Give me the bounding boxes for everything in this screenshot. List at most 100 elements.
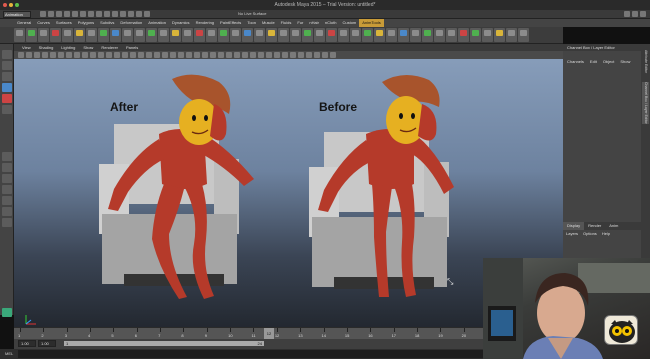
time-slider[interactable]: 12 1234567891011121314151617181920212223… [14,327,563,339]
panel-toolbar-icon[interactable] [50,52,56,58]
shelf-tool-icon[interactable] [494,28,505,42]
layer-menu-layers[interactable]: Layers [566,230,583,238]
panel-toolbar-icon[interactable] [114,52,120,58]
panel-toolbar-icon[interactable] [178,52,184,58]
panel-toolbar-icon[interactable] [90,52,96,58]
shelf-tab-toon[interactable]: Toon [244,19,259,27]
character-before[interactable] [294,72,494,297]
shelf-tool-icon[interactable] [146,28,157,42]
live-surface-label[interactable]: No Live Surface [238,11,266,17]
select-hierarchy-icon[interactable] [64,11,70,17]
shelf-tool-icon[interactable] [134,28,145,42]
panel-toolbar-icon[interactable] [170,52,176,58]
shelf-tool-icon[interactable] [62,28,73,42]
shelf-tab-nhair[interactable]: nHair [306,19,322,27]
shelf-tab-deformation[interactable]: Deformation [117,19,145,27]
ipr-render-icon[interactable] [136,11,142,17]
shelf-tab-muscle[interactable]: Muscle [259,19,278,27]
lasso-tool-icon[interactable] [2,61,12,70]
render-icon[interactable] [128,11,134,17]
channel-menu-channels[interactable]: Channels [567,58,590,66]
panel-toolbar-icon[interactable] [306,52,312,58]
layer-tab-display[interactable]: Display [563,222,585,230]
side-tab-channel-box[interactable]: Channel Box / Layer Editor [642,82,649,124]
shelf-tab-surfaces[interactable]: Surfaces [53,19,75,27]
panel-toolbar-icon[interactable] [42,52,48,58]
shelf-tool-icon[interactable] [362,28,373,42]
shelf-tool-icon[interactable] [350,28,361,42]
shelf-tool-icon[interactable] [278,28,289,42]
panel-toolbar-icon[interactable] [146,52,152,58]
shelf-tab-animtools[interactable]: AnimTools [359,19,384,27]
shelf-tool-icon[interactable] [434,28,445,42]
panel-toolbar-icon[interactable] [314,52,320,58]
shelf-tool-icon[interactable] [86,28,97,42]
panel-toolbar-icon[interactable] [282,52,288,58]
shelf-tool-icon[interactable] [122,28,133,42]
panel-toolbar-icon[interactable] [122,52,128,58]
camera-icon[interactable] [2,308,12,317]
shelf-tool-icon[interactable] [482,28,493,42]
shelf-tool-icon[interactable] [458,28,469,42]
shelf-tool-icon[interactable] [38,28,49,42]
panel-toolbar-icon[interactable] [34,52,40,58]
snap-plane-icon[interactable] [112,11,118,17]
layer-menu-help[interactable]: Help [602,230,615,238]
panel-toolbar-icon[interactable] [266,52,272,58]
select-object-icon[interactable] [72,11,78,17]
shelf-tool-icon[interactable] [50,28,61,42]
panel-toolbar-icon[interactable] [58,52,64,58]
panel-toolbar-icon[interactable] [26,52,32,58]
shelf-tab-rendering[interactable]: Rendering [193,19,217,27]
layout-graph-editor-icon[interactable] [2,218,12,227]
layout-persp-outliner-icon[interactable] [2,174,12,183]
panel-toolbar-icon[interactable] [98,52,104,58]
shelf-tool-icon[interactable] [170,28,181,42]
paint-select-tool-icon[interactable] [2,72,12,81]
rotate-tool-icon[interactable] [2,94,12,103]
attribute-editor-toggle-icon[interactable] [624,11,630,17]
channel-menu-object[interactable]: Object [603,58,621,66]
panel-toolbar-icon[interactable] [330,52,336,58]
shelf-tab-ncloth[interactable]: nCloth [322,19,340,27]
shelf-tool-icon[interactable] [242,28,253,42]
open-scene-icon[interactable] [48,11,54,17]
panel-toolbar-icon[interactable] [274,52,280,58]
snap-curve-icon[interactable] [96,11,102,17]
panel-toolbar-icon[interactable] [258,52,264,58]
shelf-tool-icon[interactable] [194,28,205,42]
layer-menu-options[interactable]: Options [583,230,602,238]
shelf-tab-dynamics[interactable]: Dynamics [169,19,193,27]
shelf-tool-icon[interactable] [506,28,517,42]
panel-toolbar-icon[interactable] [162,52,168,58]
tool-settings-toggle-icon[interactable] [632,11,638,17]
panel-toolbar-icon[interactable] [322,52,328,58]
panel-toolbar-icon[interactable] [194,52,200,58]
shelf-tool-icon[interactable] [374,28,385,42]
shelf-tool-icon[interactable] [470,28,481,42]
menu-set-dropdown[interactable]: Animation [3,11,31,18]
shelf-tool-icon[interactable] [206,28,217,42]
shelf-tool-icon[interactable] [110,28,121,42]
shelf-tool-icon[interactable] [98,28,109,42]
shelf-tab-custom[interactable]: Custom [339,19,359,27]
mel-label[interactable]: MEL [5,351,13,356]
shelf-tool-icon[interactable] [338,28,349,42]
layout-four-icon[interactable] [2,163,12,172]
shelf-tab-general[interactable]: General [14,19,34,27]
shelf-tool-icon[interactable] [302,28,313,42]
render-settings-icon[interactable] [144,11,150,17]
panel-toolbar-icon[interactable] [186,52,192,58]
panel-menu-shading[interactable]: Shading [35,44,58,51]
layer-tab-render[interactable]: Render [584,222,605,230]
shelf-tool-icon[interactable] [254,28,265,42]
viewport-persp[interactable]: View Shading Lighting Show Renderer Pane… [14,44,563,327]
shelf-tool-icon[interactable] [422,28,433,42]
shelf-tool-icon[interactable] [518,28,529,42]
side-tab-attribute-editor[interactable]: Attribute Editor [642,50,649,73]
shelf-tool-icon[interactable] [326,28,337,42]
range-slider[interactable]: 1 24 [64,341,264,346]
panel-toolbar-icon[interactable] [234,52,240,58]
shelf-tool-icon[interactable] [398,28,409,42]
shelf-tool-icon[interactable] [158,28,169,42]
